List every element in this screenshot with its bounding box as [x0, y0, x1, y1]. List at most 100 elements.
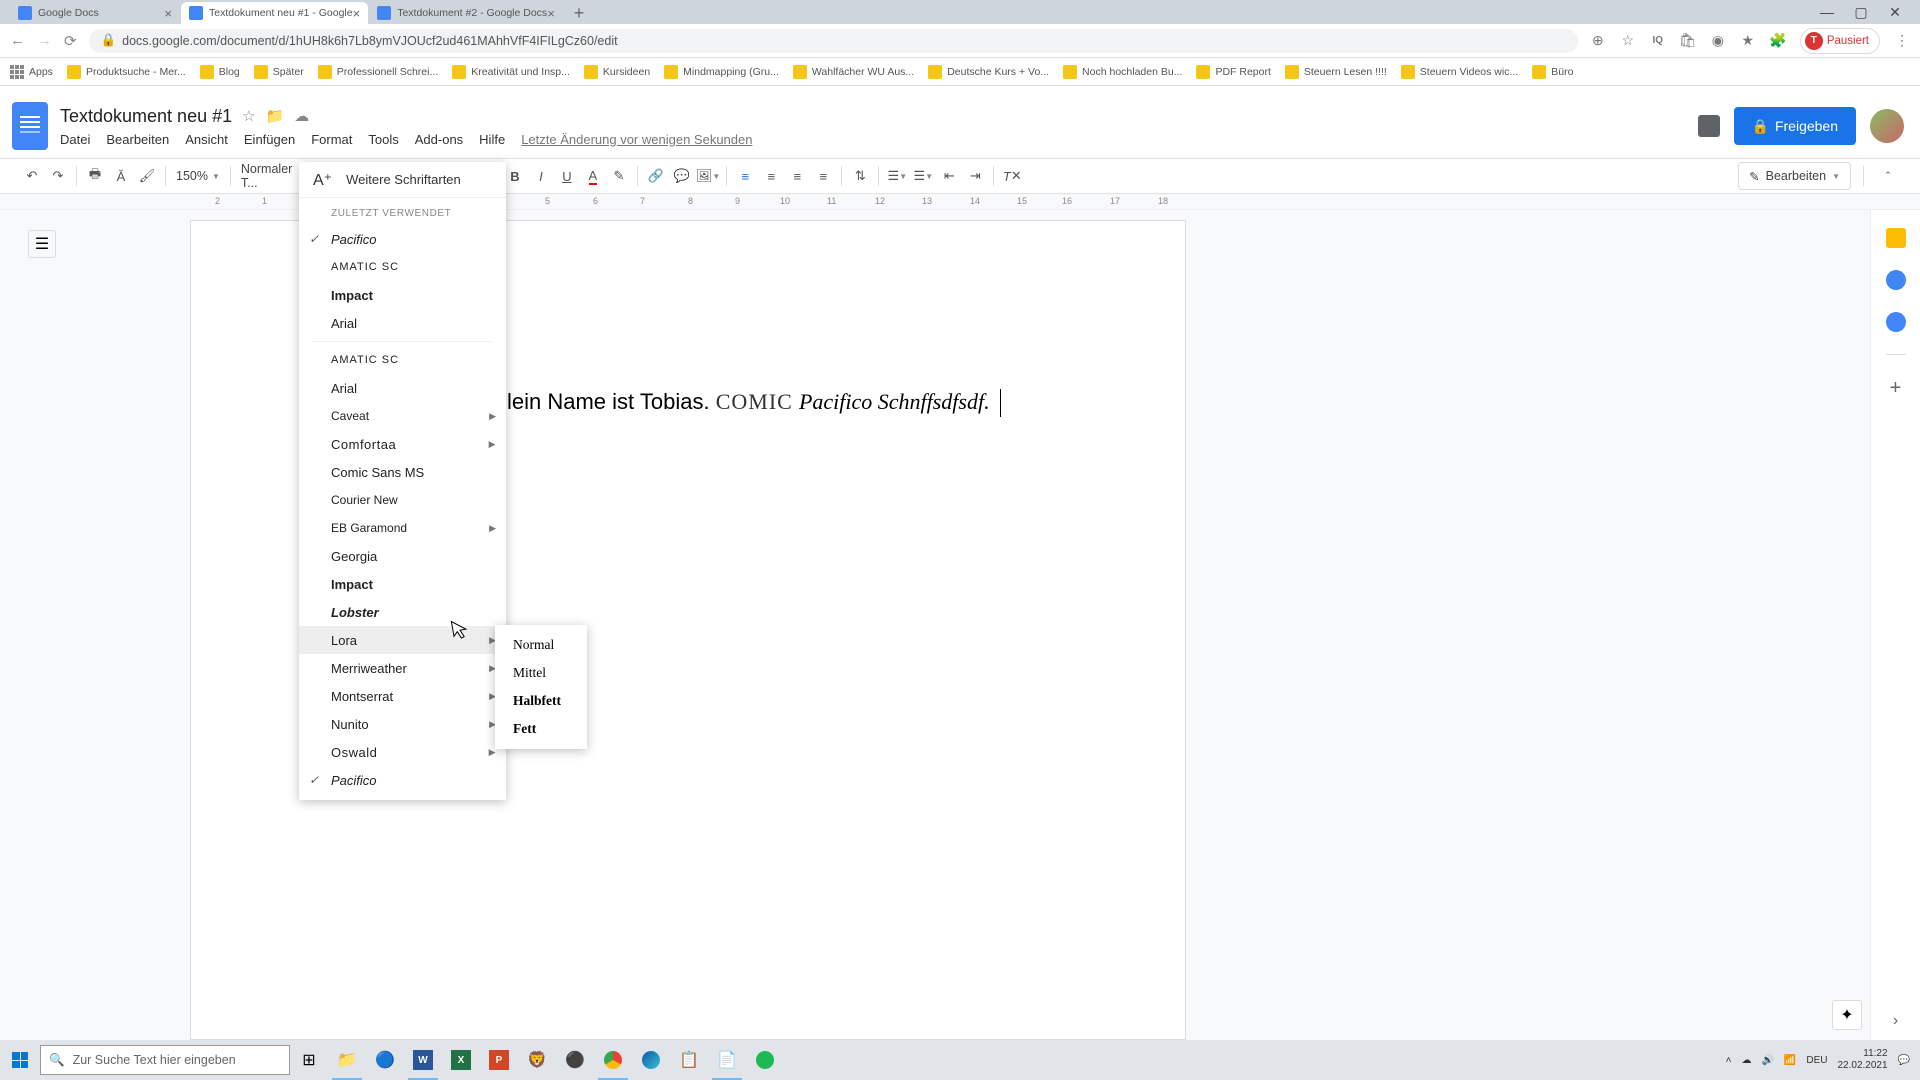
clear-formatting-button[interactable]: T✕: [1000, 163, 1024, 189]
account-avatar[interactable]: [1870, 109, 1904, 143]
zoom-select[interactable]: 150%▼: [172, 169, 224, 183]
align-right-button[interactable]: ≡: [785, 163, 809, 189]
print-button[interactable]: 🖶: [83, 163, 107, 189]
tray-language-indicator[interactable]: DEU: [1806, 1055, 1827, 1066]
url-input[interactable]: 🔒 docs.google.com/document/d/1hUH8k6h7Lb…: [89, 29, 1578, 53]
taskbar-app[interactable]: 🔵: [366, 1040, 404, 1080]
docs-logo-icon[interactable]: [12, 102, 48, 150]
browser-tab[interactable]: Textdokument #2 - Google Docs ×: [369, 2, 563, 24]
font-item[interactable]: Comic Sans MS: [299, 458, 506, 486]
new-tab-button[interactable]: +: [564, 3, 595, 24]
zoom-icon[interactable]: ⊕: [1590, 33, 1606, 49]
share-button[interactable]: 🔒 Freigeben: [1734, 107, 1856, 145]
iq-icon[interactable]: IQ: [1650, 33, 1666, 49]
taskbar-app[interactable]: 🦁: [518, 1040, 556, 1080]
hide-menus-button[interactable]: ˆ: [1876, 163, 1900, 189]
add-addon-button[interactable]: +: [1890, 377, 1902, 400]
document-title[interactable]: Textdokument neu #1: [60, 106, 232, 127]
font-item[interactable]: Georgia: [299, 542, 506, 570]
taskbar-app-chrome[interactable]: [594, 1040, 632, 1080]
contacts-icon[interactable]: [1886, 312, 1906, 332]
move-icon[interactable]: 📁: [266, 107, 285, 125]
align-justify-button[interactable]: ≡: [811, 163, 835, 189]
taskbar-app-edge[interactable]: [632, 1040, 670, 1080]
taskbar-app-powerpoint[interactable]: P: [480, 1040, 518, 1080]
expand-panel-icon[interactable]: ›: [1893, 1012, 1898, 1030]
font-item[interactable]: Caveat▶: [299, 402, 506, 430]
menu-file[interactable]: Datei: [60, 132, 90, 147]
close-window-button[interactable]: ✕: [1888, 5, 1902, 19]
browser-tab[interactable]: Google Docs ×: [10, 2, 180, 24]
submenu-item-mittel[interactable]: Mittel: [495, 659, 587, 687]
font-item[interactable]: Merriweather▶: [299, 654, 506, 682]
tray-notifications-icon[interactable]: 💬: [1898, 1055, 1910, 1066]
menu-edit[interactable]: Bearbeiten: [106, 132, 169, 147]
redo-button[interactable]: ↷: [46, 163, 70, 189]
ruler[interactable]: 2 1 5 6 7 8 9 10 11 12 13 14 15 16 17 18: [0, 194, 1920, 210]
taskbar-search-input[interactable]: 🔍 Zur Suche Text hier eingeben: [40, 1045, 290, 1075]
font-item[interactable]: Nunito▶: [299, 710, 506, 738]
bulleted-list-button[interactable]: ☰▼: [911, 163, 935, 189]
spellcheck-button[interactable]: Ă: [109, 163, 133, 189]
cart-icon[interactable]: 🛍: [1680, 33, 1696, 49]
apps-button[interactable]: Apps: [10, 65, 53, 79]
bookmark-item[interactable]: PDF Report: [1196, 65, 1270, 79]
taskbar-app-spotify[interactable]: [746, 1040, 784, 1080]
bold-button[interactable]: B: [503, 163, 527, 189]
bookmark-item[interactable]: Später: [254, 65, 304, 79]
bookmark-item[interactable]: Kreativität und Insp...: [452, 65, 570, 79]
extension-icon[interactable]: ★: [1740, 33, 1756, 49]
submenu-item-fett[interactable]: Fett: [495, 715, 587, 743]
bookmark-item[interactable]: Kursideen: [584, 65, 650, 79]
task-view-button[interactable]: ⊞: [290, 1040, 328, 1080]
menu-addons[interactable]: Add-ons: [415, 132, 463, 147]
comments-icon[interactable]: [1698, 115, 1720, 137]
bookmark-item[interactable]: Produktsuche - Mer...: [67, 65, 186, 79]
editing-mode-select[interactable]: ✎ Bearbeiten ▼: [1738, 162, 1851, 190]
keep-icon[interactable]: [1886, 228, 1906, 248]
align-center-button[interactable]: ≡: [759, 163, 783, 189]
font-item[interactable]: Arial: [299, 309, 506, 337]
tray-chevron-icon[interactable]: ˄: [1726, 1055, 1732, 1066]
font-item[interactable]: Oswald▶: [299, 738, 506, 766]
tray-wifi-icon[interactable]: 📶: [1784, 1055, 1796, 1066]
tray-onedrive-icon[interactable]: ☁: [1741, 1055, 1751, 1066]
bookmark-item[interactable]: Steuern Lesen !!!!: [1285, 65, 1387, 79]
maximize-button[interactable]: ▢: [1854, 5, 1868, 19]
font-item[interactable]: AMATIC SC: [299, 253, 506, 281]
menu-icon[interactable]: ⋮: [1894, 33, 1910, 49]
browser-tab-active[interactable]: Textdokument neu #1 - Google ×: [181, 2, 368, 24]
bookmark-item[interactable]: Noch hochladen Bu...: [1063, 65, 1182, 79]
submenu-item-halbfett[interactable]: Halbfett: [495, 687, 587, 715]
start-button[interactable]: [0, 1040, 40, 1080]
numbered-list-button[interactable]: ☰▼: [885, 163, 909, 189]
undo-button[interactable]: ↶: [20, 163, 44, 189]
font-item[interactable]: EB Garamond▶: [299, 514, 506, 542]
font-item[interactable]: ✓Pacifico: [299, 766, 506, 794]
bookmark-item[interactable]: Wahlfächer WU Aus...: [793, 65, 914, 79]
font-item[interactable]: Arial: [299, 374, 506, 402]
underline-button[interactable]: U: [555, 163, 579, 189]
font-item[interactable]: Impact: [299, 281, 506, 309]
reload-button[interactable]: ⟳: [64, 32, 77, 50]
paint-format-button[interactable]: 🖌: [135, 163, 159, 189]
font-item[interactable]: ✓Pacifico: [299, 225, 506, 253]
highlight-button[interactable]: ✎: [607, 163, 631, 189]
close-icon[interactable]: ×: [547, 6, 555, 21]
bookmark-item[interactable]: Deutsche Kurs + Vo...: [928, 65, 1049, 79]
taskbar-app[interactable]: 📋: [670, 1040, 708, 1080]
bookmark-item[interactable]: Blog: [200, 65, 240, 79]
comment-button[interactable]: 💬: [670, 163, 694, 189]
taskbar-app-word[interactable]: W: [404, 1040, 442, 1080]
line-spacing-button[interactable]: ⇅: [848, 163, 872, 189]
extension-icon[interactable]: ◉: [1710, 33, 1726, 49]
tray-clock[interactable]: 11:22 22.02.2021: [1837, 1048, 1887, 1072]
menu-view[interactable]: Ansicht: [185, 132, 228, 147]
taskbar-app-obs[interactable]: ⚫: [556, 1040, 594, 1080]
forward-button[interactable]: →: [37, 32, 52, 49]
more-fonts-item[interactable]: A⁺ Weitere Schriftarten: [299, 162, 506, 198]
tray-volume-icon[interactable]: 🔊: [1761, 1055, 1773, 1066]
image-button[interactable]: 🖼▼: [696, 163, 720, 189]
cloud-icon[interactable]: ☁: [294, 107, 309, 125]
taskbar-app-explorer[interactable]: 📁: [328, 1040, 366, 1080]
